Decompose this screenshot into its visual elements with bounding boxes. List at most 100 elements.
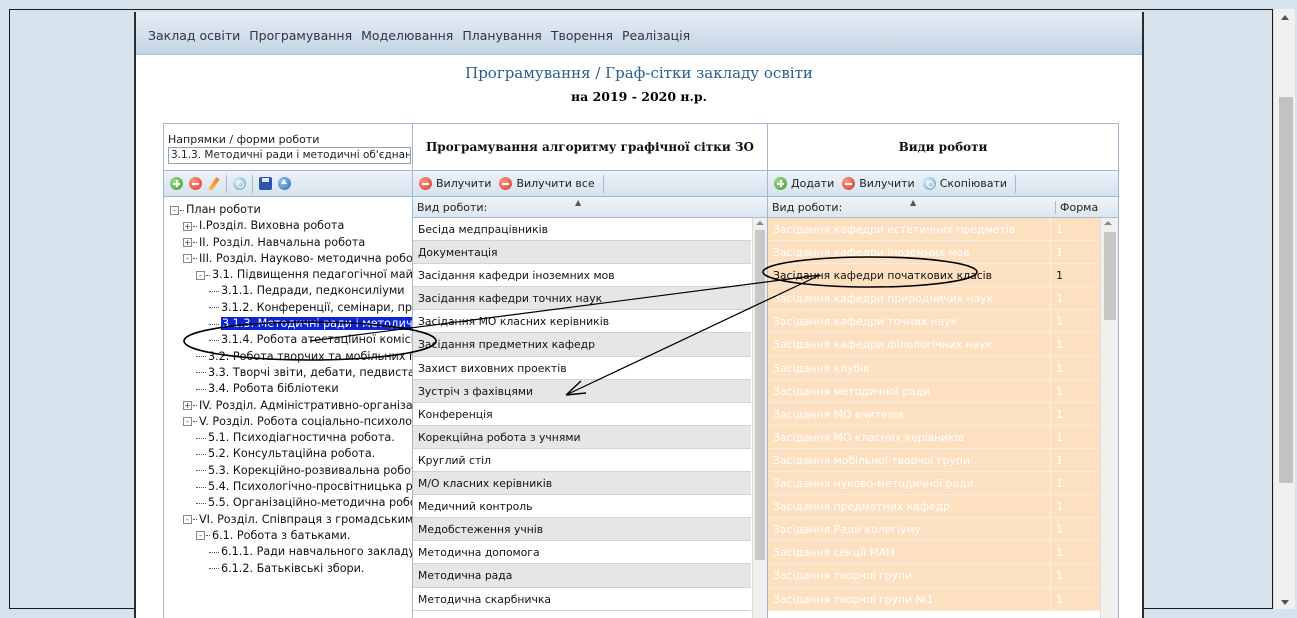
- table-row[interactable]: Засідання творчої групи 1: [768, 564, 1100, 588]
- tree-node[interactable]: 3.1.4. Робота атестаційної комісії: [170, 332, 412, 348]
- tree-connector: [196, 372, 206, 374]
- table-row[interactable]: Засідання МО класних керівників 1: [768, 425, 1100, 449]
- table-row[interactable]: Засідання кафедри природничих наук 1: [768, 287, 1100, 311]
- list-item[interactable]: Методична рада: [413, 564, 751, 588]
- tree-node[interactable]: + II. Розділ. Навчальна робота: [170, 235, 412, 251]
- list-item[interactable]: Засідання предметних кафедр: [413, 333, 751, 357]
- tree-node[interactable]: + IV. Розділ. Адміністративно-організацій…: [170, 398, 412, 414]
- list-item[interactable]: Бесіда медпрацівників: [413, 218, 751, 242]
- scroll-up-icon[interactable]: [756, 221, 764, 225]
- list-item[interactable]: Засідання МО класних керівників: [413, 310, 751, 334]
- tree-node[interactable]: - План роботи: [170, 202, 412, 218]
- list-item[interactable]: Круглий стіл: [413, 449, 751, 473]
- edit-icon[interactable]: [208, 176, 220, 191]
- tree-node[interactable]: 3.3. Творчі звіти, дебати, педвиставки: [170, 365, 412, 381]
- tree-node[interactable]: 3.1.3. Методичні ради і методичні об'єдн…: [170, 316, 412, 332]
- nav-item-planning[interactable]: Планування: [462, 28, 542, 43]
- list-item[interactable]: Медобстеження учнів: [413, 518, 751, 542]
- nav-item-realization[interactable]: Реалізація: [622, 28, 690, 43]
- tree-node[interactable]: 5.5. Організаційно-методична робота: [170, 495, 412, 511]
- directions-select[interactable]: 3.1.3. Методичні ради і методичні об'єдн…: [168, 147, 411, 164]
- collapse-icon[interactable]: -: [183, 417, 192, 427]
- table-row[interactable]: Засідання методичної ради 1: [768, 379, 1100, 403]
- tree-node[interactable]: + I.Розділ. Виховна робота: [170, 218, 412, 234]
- list-item[interactable]: Методична допомога: [413, 541, 751, 565]
- nav-item-zaklad[interactable]: Заклад освіти: [148, 28, 240, 43]
- table-row[interactable]: Засідання кафедри початкових класів 1: [768, 264, 1100, 288]
- table-row[interactable]: Засідання Ради колегіуму 1: [768, 518, 1100, 542]
- form-cell: 1: [1050, 310, 1100, 333]
- refresh-icon[interactable]: [233, 177, 246, 190]
- table-row[interactable]: Засідання кафедри точних наук 1: [768, 310, 1100, 334]
- list-item[interactable]: Медичний контроль: [413, 495, 751, 519]
- list-item[interactable]: Засідання кафедри точних наук: [413, 287, 751, 311]
- add-button[interactable]: Додати: [774, 177, 836, 190]
- tree-node[interactable]: -VI. Розділ. Співпраця з громадським сер…: [170, 512, 412, 528]
- tree-node[interactable]: 3.1.1. Педради, педконсиліуми: [170, 283, 412, 299]
- tree-node[interactable]: -V. Розділ. Робота соціально-психологічн…: [170, 414, 412, 430]
- middle-column-header[interactable]: Вид роботи: ▲: [413, 197, 767, 218]
- remove-icon[interactable]: [189, 177, 202, 190]
- nav-item-creation[interactable]: Творення: [551, 28, 613, 43]
- list-item[interactable]: М/О класних керівників: [413, 472, 751, 496]
- expand-icon[interactable]: +: [183, 401, 192, 411]
- collapse-icon[interactable]: -: [170, 205, 179, 215]
- right-column-header[interactable]: Вид роботи: Форма ▲: [768, 197, 1118, 218]
- list-item[interactable]: Методична скарбничка: [413, 588, 751, 611]
- tree-node[interactable]: -6.1. Робота з батьками.: [170, 528, 412, 544]
- collapse-icon[interactable]: -: [196, 531, 205, 541]
- tree-node[interactable]: 5.3. Корекційно-розвивальна робота: [170, 463, 412, 479]
- tree-node[interactable]: 5.1. Психодіагностична робота.: [170, 430, 412, 446]
- table-row[interactable]: Засідання предметних кафедр 1: [768, 495, 1100, 519]
- up-icon[interactable]: [278, 177, 291, 190]
- scroll-up-icon[interactable]: [1281, 15, 1289, 20]
- nav-item-modeling[interactable]: Моделювання: [361, 28, 453, 43]
- remove-button[interactable]: Вилучити: [842, 177, 916, 190]
- tree-node[interactable]: -3.1. Підвищення педагогічної майстернос…: [170, 267, 412, 283]
- middle-scrollbar[interactable]: [752, 218, 767, 618]
- remove-all-button[interactable]: Вилучити все: [499, 177, 596, 190]
- table-row[interactable]: Засідання кафедри іноземних мов 1: [768, 241, 1100, 265]
- table-row[interactable]: Засідання творчої групи №1 1: [768, 587, 1100, 611]
- tree-node[interactable]: - III. Розділ. Науково- методична робота: [170, 251, 412, 267]
- page-scrollbar[interactable]: [1273, 9, 1295, 609]
- expand-icon[interactable]: +: [183, 221, 192, 231]
- tree-node[interactable]: 6.1.1. Ради навчального закладу: [170, 544, 412, 560]
- list-item[interactable]: Документація: [413, 241, 751, 265]
- list-item[interactable]: Зустріч з фахівцями: [413, 379, 751, 403]
- tree-node[interactable]: 5.4. Психологічно-просвітницька робота: [170, 479, 412, 495]
- remove-icon: [499, 177, 513, 190]
- table-row[interactable]: Засідання клубів 1: [768, 356, 1100, 380]
- save-icon[interactable]: [259, 177, 272, 190]
- collapse-icon[interactable]: -: [183, 254, 192, 264]
- right-scrollbar[interactable]: [1100, 218, 1118, 618]
- collapse-icon[interactable]: -: [196, 270, 205, 280]
- tree-node[interactable]: 5.2. Консультаційна робота.: [170, 446, 412, 462]
- table-row[interactable]: Засідання мобільної творчої групи 1: [768, 448, 1100, 473]
- table-row[interactable]: Засідання кафедри філологічних наук 1: [768, 333, 1100, 357]
- scroll-thumb[interactable]: [1104, 232, 1116, 320]
- copy-button[interactable]: Скопіювати: [922, 177, 1009, 190]
- tree-node[interactable]: 3.2. Робота творчих та мобільних груп: [170, 349, 412, 365]
- collapse-icon[interactable]: -: [183, 515, 192, 525]
- list-item[interactable]: Конференція: [413, 403, 751, 426]
- tree-node[interactable]: 6.1.2. Батьківські збори.: [170, 561, 412, 577]
- table-row[interactable]: Засідання МО вчителів 1: [768, 402, 1100, 426]
- tree-node-label: 3.4. Робота бібліотеки: [208, 382, 339, 396]
- table-row[interactable]: Засідання нуково-методичної ради 1: [768, 472, 1100, 496]
- tree-node[interactable]: 3.1.2. Конференції, семінари, практикуми: [170, 300, 412, 316]
- list-item[interactable]: Захист виховних проектів: [413, 357, 751, 380]
- remove-button[interactable]: Вилучити: [419, 177, 493, 190]
- nav-item-programming[interactable]: Програмування: [249, 28, 352, 43]
- table-row[interactable]: Засідання кафедри естетичних предметів 1: [768, 218, 1100, 242]
- add-icon[interactable]: [170, 177, 183, 190]
- expand-icon[interactable]: +: [183, 238, 192, 248]
- table-row[interactable]: Засідання секції МАН 1: [768, 541, 1100, 565]
- list-item[interactable]: Корекційна робота з учнями: [413, 425, 751, 449]
- scroll-down-icon[interactable]: [1281, 600, 1289, 605]
- scroll-up-icon[interactable]: [1104, 221, 1112, 225]
- scroll-thumb[interactable]: [755, 230, 765, 560]
- tree-node[interactable]: 3.4. Робота бібліотеки: [170, 381, 412, 397]
- list-item[interactable]: Засідання кафедри іноземних мов: [413, 264, 751, 288]
- scroll-thumb[interactable]: [1279, 97, 1293, 483]
